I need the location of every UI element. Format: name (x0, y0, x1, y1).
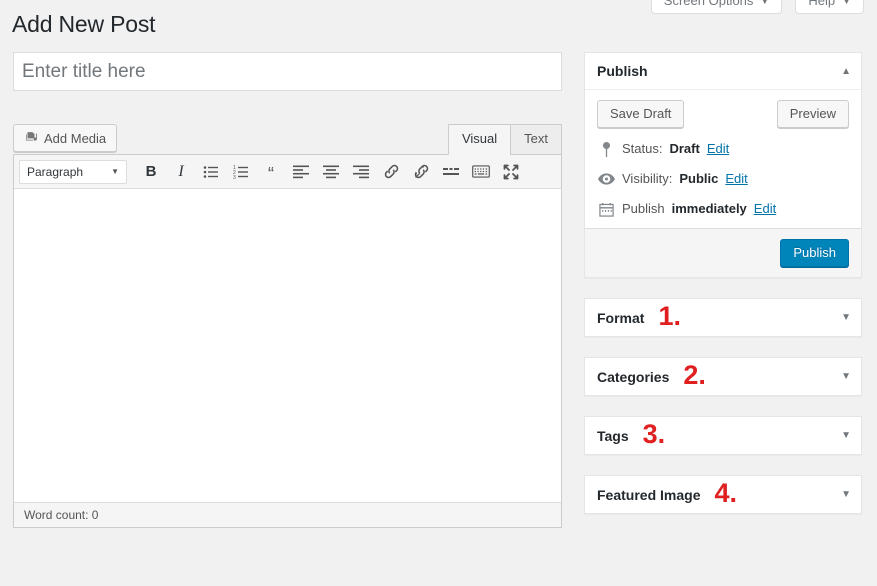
unlink-icon[interactable] (406, 159, 436, 185)
chevron-down-icon[interactable]: ▼ (841, 358, 851, 395)
status-edit-link[interactable]: Edit (707, 140, 729, 158)
chevron-down-icon[interactable]: ▼ (841, 417, 851, 454)
categories-box-title: Categories (597, 369, 669, 385)
visibility-row: Visibility: Public Edit (597, 170, 849, 188)
chevron-down-icon[interactable]: ▼ (841, 476, 851, 513)
featured-image-box-header[interactable]: Featured Image 4. ▼ (585, 476, 861, 513)
fullscreen-icon[interactable] (496, 159, 526, 185)
format-select[interactable]: Paragraph ▼ (19, 160, 127, 184)
categories-box-header[interactable]: Categories 2. ▼ (585, 358, 861, 395)
post-editor-column: Add Media Visual Text Paragraph ▼ B I (13, 52, 562, 528)
status-label: Status: (622, 140, 662, 158)
save-draft-button[interactable]: Save Draft (597, 100, 684, 128)
add-media-label: Add Media (44, 131, 106, 146)
annotation-number-1: 1. (658, 303, 681, 330)
status-row: Status: Draft Edit (597, 140, 849, 158)
chevron-down-icon: ▼ (111, 167, 119, 176)
annotation-number-3: 3. (643, 421, 666, 448)
screen-options-button[interactable]: Screen Options ▼ (651, 0, 783, 14)
align-center-icon[interactable] (316, 159, 346, 185)
publish-box-footer: Publish (585, 228, 861, 277)
format-box: Format 1. ▼ (584, 298, 862, 337)
annotation-number-4: 4. (714, 480, 737, 507)
screen-meta-links: Screen Options ▼ Help ▼ (651, 0, 864, 14)
status-value: Draft (669, 140, 699, 158)
italic-icon[interactable]: I (166, 159, 196, 185)
featured-image-box: Featured Image 4. ▼ (584, 475, 862, 514)
screen-options-label: Screen Options (664, 0, 754, 7)
editor-frame: Paragraph ▼ B I 1 2 3 (13, 154, 562, 528)
publish-button[interactable]: Publish (780, 239, 849, 267)
editor-toolbar: Paragraph ▼ B I 1 2 3 (14, 155, 561, 189)
post-title-input[interactable] (13, 52, 562, 91)
visibility-edit-link[interactable]: Edit (725, 170, 747, 188)
link-icon[interactable] (376, 159, 406, 185)
insert-read-more-icon[interactable] (436, 159, 466, 185)
featured-image-box-title: Featured Image (597, 487, 700, 503)
help-label: Help (808, 0, 835, 7)
tab-text[interactable]: Text (510, 124, 562, 155)
publish-box: Publish ▲ Save Draft Preview Status: Dra… (584, 52, 862, 278)
preview-button[interactable]: Preview (777, 100, 849, 128)
numbered-list-icon[interactable]: 1 2 3 (226, 159, 256, 185)
categories-box: Categories 2. ▼ (584, 357, 862, 396)
post-sidebar: Publish ▲ Save Draft Preview Status: Dra… (584, 52, 862, 534)
toolbar-toggle-icon[interactable] (466, 159, 496, 185)
tags-box-header[interactable]: Tags 3. ▼ (585, 417, 861, 454)
publish-actions-row: Save Draft Preview (597, 100, 849, 128)
format-box-header[interactable]: Format 1. ▼ (585, 299, 861, 336)
align-left-icon[interactable] (286, 159, 316, 185)
add-media-icon (24, 130, 38, 147)
bold-icon[interactable]: B (136, 159, 166, 185)
publish-box-body: Save Draft Preview Status: Draft Edit (585, 90, 861, 228)
svg-text:3: 3 (233, 175, 236, 180)
chevron-up-icon[interactable]: ▲ (841, 53, 851, 90)
chevron-down-icon: ▼ (760, 0, 769, 6)
editor-mode-tabs: Visual Text (448, 124, 562, 155)
bulleted-list-icon[interactable] (196, 159, 226, 185)
pin-icon (597, 142, 615, 157)
tags-box: Tags 3. ▼ (584, 416, 862, 455)
chevron-down-icon[interactable]: ▼ (841, 299, 851, 336)
visibility-label: Visibility: (622, 170, 672, 188)
eye-icon (597, 173, 615, 185)
align-right-icon[interactable] (346, 159, 376, 185)
schedule-label: Publish (622, 200, 665, 218)
publish-box-header[interactable]: Publish ▲ (585, 53, 861, 90)
media-buttons-row: Add Media Visual Text (13, 124, 562, 154)
tags-box-title: Tags (597, 428, 629, 444)
tab-visual[interactable]: Visual (448, 124, 511, 155)
add-media-button[interactable]: Add Media (13, 124, 117, 152)
chevron-down-icon: ▼ (842, 0, 851, 6)
editor-status-bar: Word count: 0 (14, 502, 561, 527)
page-title: Add New Post (12, 10, 155, 39)
schedule-row: Publish immediately Edit (597, 200, 849, 218)
calendar-icon (597, 202, 615, 217)
annotation-number-2: 2. (683, 362, 706, 389)
schedule-edit-link[interactable]: Edit (754, 200, 776, 218)
blockquote-icon[interactable]: “ (256, 159, 286, 185)
schedule-value: immediately (672, 200, 747, 218)
visibility-value: Public (679, 170, 718, 188)
wordpress-add-new-post-screen: Screen Options ▼ Help ▼ Add New Post Add… (0, 0, 877, 586)
help-button[interactable]: Help ▼ (795, 0, 864, 14)
format-box-title: Format (597, 310, 644, 326)
editor-content-area[interactable] (14, 189, 561, 502)
publish-box-title: Publish (597, 63, 648, 79)
word-count-label: Word count: 0 (24, 508, 98, 522)
format-select-value: Paragraph (27, 165, 83, 179)
